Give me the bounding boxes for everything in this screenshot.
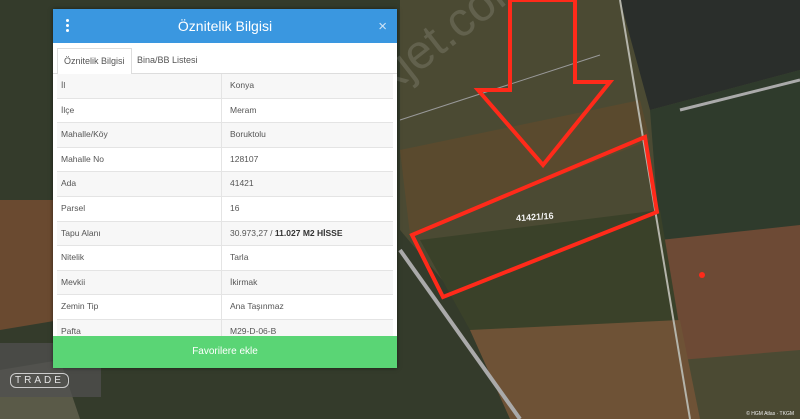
panel-header: Öznitelik Bilgisi × [53, 9, 397, 43]
row-key: İl [57, 74, 222, 98]
attribute-info-panel: Öznitelik Bilgisi × Öznitelik Bilgisi Bi… [53, 9, 397, 368]
table-row: Tapu Alanı 30.973,27 / 11.027 M2 HİSSE [57, 221, 393, 247]
logo-text: TRADE [10, 373, 69, 388]
row-value: Tarla [230, 252, 249, 263]
row-key: Nitelik [57, 246, 222, 270]
row-value: Meram [230, 104, 257, 115]
panel-tabs: Öznitelik Bilgisi Bina/BB Listesi [53, 43, 397, 75]
panel-title: Öznitelik Bilgisi [177, 18, 273, 34]
row-value: Konya [230, 80, 255, 90]
row-key: Tapu Alanı [57, 221, 222, 246]
table-row: Mevkii İkirmak [57, 270, 393, 296]
close-icon[interactable]: × [378, 18, 387, 35]
table-row: Nitelik Tarla [57, 246, 393, 271]
table-row: Parsel 16 [57, 196, 393, 222]
area-value: 30.973,27 / [230, 227, 273, 238]
row-value: 128107 [230, 153, 259, 164]
row-key: Ada [57, 172, 222, 196]
add-to-favorites-button[interactable]: Favorilere ekle [53, 336, 397, 368]
share-value: 11.027 M2 HİSSE [274, 227, 343, 238]
row-key: Mevkii [57, 270, 222, 295]
table-row: Mahalle No 128107 [57, 147, 393, 173]
row-value: 41421 [230, 178, 254, 189]
table-row: Ada 41421 [57, 172, 393, 197]
row-key: Zemin Tip [57, 295, 222, 319]
row-value: Boruktolu [230, 129, 266, 140]
row-value: İkirmak [230, 276, 258, 287]
row-key: Mahalle/Köy [57, 123, 222, 147]
row-value: 30.973,27 / 11.027 M2 HİSSE [222, 222, 343, 246]
tab-attribute-info[interactable]: Öznitelik Bilgisi [57, 48, 132, 75]
row-key: Parsel [57, 196, 222, 221]
attribute-table: İl Konya İlçe Meram Mahalle/Köy Boruktolu M… [57, 74, 393, 345]
tab-building-list[interactable]: Bina/BB Listesi [131, 48, 204, 73]
row-key: İlçe [57, 98, 222, 123]
row-value: Ana Taşınmaz [230, 301, 284, 312]
table-row: Zemin Tip Ana Taşınmaz [57, 295, 393, 320]
table-row: İlçe Meram [57, 98, 393, 124]
row-value: 16 [230, 202, 240, 213]
row-key: Mahalle No [57, 147, 222, 172]
table-row: Mahalle/Köy Boruktolu [57, 123, 393, 148]
table-row: İl Konya [57, 74, 393, 99]
map-attribution: © HGM Atlas · TKGM [746, 411, 794, 417]
